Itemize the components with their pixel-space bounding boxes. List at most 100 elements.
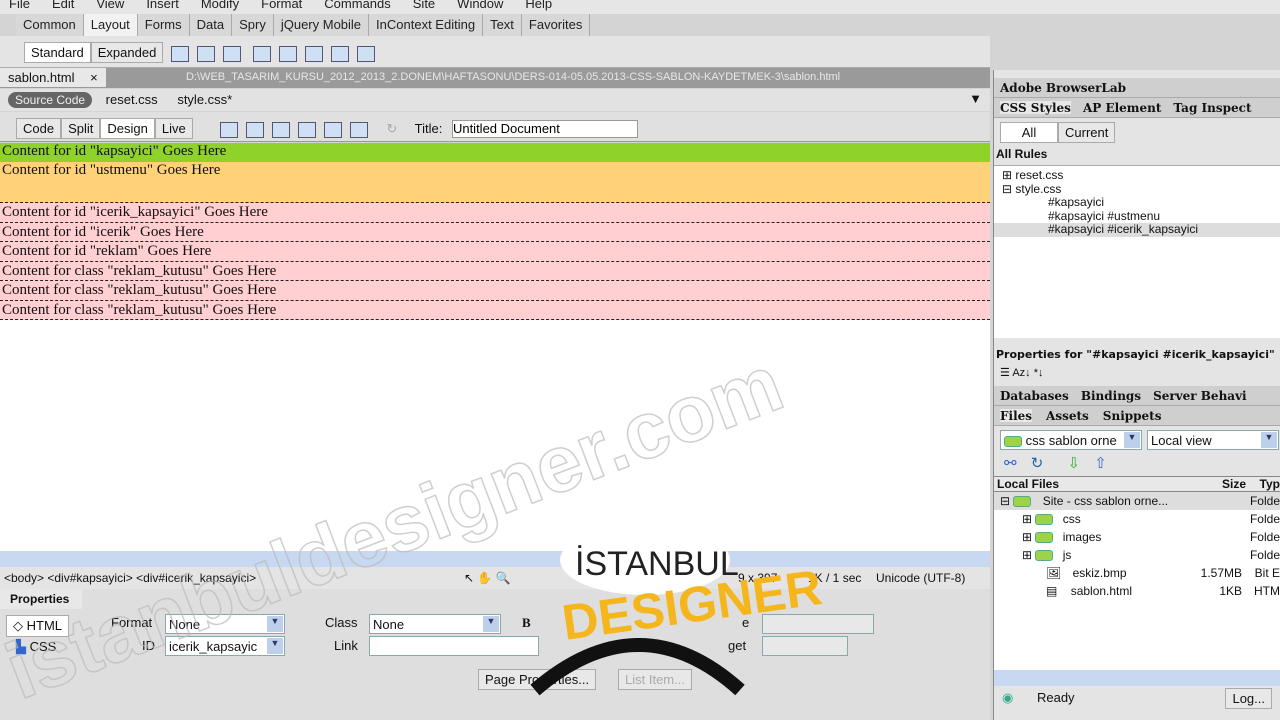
file-row[interactable]: ⊞ images Folde	[994, 528, 1280, 546]
div-row[interactable]: Content for class "reklam_kutusu" Goes H…	[0, 300, 990, 320]
tab-files[interactable]: Files	[1000, 409, 1033, 423]
file-row[interactable]: ⊞ css Folde	[994, 510, 1280, 528]
split-view-button[interactable]: Split	[61, 118, 101, 139]
log-button[interactable]: Log...	[1225, 688, 1272, 709]
rule-item[interactable]: #kapsayici #icerik_kapsayici	[994, 223, 1280, 237]
refresh-icon[interactable]: ↻	[386, 121, 397, 136]
tab-assets[interactable]: Assets	[1046, 409, 1089, 423]
page-properties-button[interactable]: Page Properties...	[478, 669, 597, 690]
rule-reset-css[interactable]: ⊞ reset.css	[994, 169, 1280, 183]
check-browser-icon[interactable]	[324, 121, 343, 138]
hand-tool-icon[interactable]: ✋	[477, 571, 492, 585]
live-view-button[interactable]: Live	[154, 118, 193, 139]
link-input[interactable]	[369, 636, 539, 656]
category-view-icon[interactable]: ☰	[1000, 367, 1010, 379]
view-select[interactable]: Local view ▼	[1147, 430, 1279, 450]
menu-modify[interactable]: Modify	[192, 0, 252, 14]
tab-jquery-mobile[interactable]: jQuery Mobile	[274, 14, 370, 36]
visual-aids-icon[interactable]	[350, 121, 369, 138]
rule-item[interactable]: #kapsayici	[994, 196, 1280, 210]
window-size[interactable]: 9 x 397	[738, 567, 777, 589]
current-button[interactable]: Current	[1058, 122, 1116, 143]
preview-browser-icon[interactable]	[246, 121, 265, 138]
div-row[interactable]: Content for id "icerik_kapsayici" Goes H…	[0, 203, 990, 223]
ap-div-icon[interactable]	[222, 45, 241, 62]
title-field[interactable]	[762, 614, 874, 634]
tab-data[interactable]: Data	[190, 14, 233, 36]
document-tab[interactable]: sablon.html ×	[0, 68, 106, 87]
tab-ap-elements[interactable]: AP Element	[1083, 101, 1161, 115]
menu-edit[interactable]: Edit	[43, 0, 87, 14]
expanded-button[interactable]: Expanded	[90, 42, 164, 63]
id-select[interactable]: icerik_kapsayic ▼	[165, 636, 285, 656]
rule-item[interactable]: #kapsayici #ustmenu	[994, 209, 1280, 224]
filter-icon[interactable]: ▼	[969, 91, 982, 106]
div-row[interactable]: Content for id "icerik" Goes Here	[0, 222, 990, 242]
zoom-tool-icon[interactable]: 🔍	[496, 571, 511, 585]
menu-window[interactable]: Window	[448, 0, 516, 14]
menu-insert[interactable]: Insert	[137, 0, 192, 14]
css-mode-button[interactable]: ▙ CSS	[16, 639, 56, 655]
site-select[interactable]: css sablon orne ▼	[1000, 430, 1142, 450]
tab-css-styles[interactable]: CSS Styles	[1000, 101, 1071, 115]
tab-forms[interactable]: Forms	[138, 14, 190, 36]
multiscreen-icon[interactable]	[220, 121, 239, 138]
file-row[interactable]: ⊞ js Folde	[994, 546, 1280, 564]
tab-bindings[interactable]: Bindings	[1081, 389, 1141, 403]
file-row[interactable]: ▤ sablon.html 1KB HTM	[994, 582, 1280, 600]
target-select[interactable]	[762, 636, 848, 656]
div-ustmenu[interactable]: Content for id "ustmenu" Goes Here	[0, 162, 990, 203]
browserlab-panel[interactable]: Adobe BrowserLab	[994, 78, 1280, 98]
file-management-icon[interactable]	[272, 121, 291, 138]
files-scrollbar[interactable]	[994, 670, 1280, 686]
iframe-icon[interactable]	[356, 45, 375, 62]
tab-snippets[interactable]: Snippets	[1103, 409, 1162, 423]
connect-icon[interactable]: ⚯	[1004, 455, 1017, 472]
bold-button[interactable]: B	[522, 615, 531, 631]
tab-text[interactable]: Text	[483, 14, 522, 36]
design-view-button[interactable]: Design	[100, 118, 155, 139]
tag-selector[interactable]: <body> <div#kapsayici> <div#icerik_kapsa…	[4, 571, 256, 585]
tab-tag-inspector[interactable]: Tag Inspect	[1173, 101, 1251, 115]
html-mode-button[interactable]: ◇ HTML	[6, 615, 69, 637]
tab-server-behaviors[interactable]: Server Behavi	[1153, 389, 1247, 403]
col-local-files[interactable]: Local Files	[994, 477, 1059, 491]
title-input[interactable]	[451, 119, 638, 138]
format-select[interactable]: None ▼	[165, 614, 285, 634]
sort-az-icon[interactable]: Az↓	[1012, 367, 1030, 379]
tab-databases[interactable]: Databases	[1000, 389, 1069, 403]
menu-file[interactable]: File	[0, 0, 43, 14]
file-row[interactable]: 🖼 eskiz.bmp 1.57MB Bit E	[994, 564, 1280, 582]
div-row[interactable]: Content for id "reklam" Goes Here	[0, 242, 990, 262]
refresh-icon[interactable]: ↻	[1031, 455, 1044, 472]
insert-div-icon[interactable]	[196, 45, 215, 62]
get-icon[interactable]: ⇩	[1068, 455, 1081, 472]
pointer-tool-icon[interactable]: ↖	[464, 571, 474, 585]
list-item-button[interactable]: List Item...	[618, 669, 692, 690]
source-code-button[interactable]: Source Code	[8, 92, 93, 108]
menu-commands[interactable]: Commands	[315, 0, 403, 14]
spry-accordion-icon[interactable]	[304, 45, 323, 62]
w3c-validation-icon[interactable]	[298, 121, 317, 138]
menu-format[interactable]: Format	[252, 0, 315, 14]
div-row[interactable]: Content for class "reklam_kutusu" Goes H…	[0, 261, 990, 281]
related-file[interactable]: reset.css	[106, 92, 158, 107]
div-kapsayici[interactable]: Content for id "kapsayici" Goes Here	[0, 143, 990, 162]
col-type[interactable]: Typ	[1260, 477, 1280, 491]
tab-favorites[interactable]: Favorites	[522, 14, 591, 36]
put-icon[interactable]: ⇧	[1094, 455, 1107, 472]
tab-layout[interactable]: Layout	[83, 14, 138, 36]
tab-spry[interactable]: Spry	[232, 14, 274, 36]
col-size[interactable]: Size	[1222, 477, 1246, 491]
class-select[interactable]: None ▼	[369, 614, 501, 634]
menu-site[interactable]: Site	[404, 0, 448, 14]
table-icon[interactable]	[170, 45, 189, 62]
menu-view[interactable]: View	[87, 0, 137, 14]
menu-help[interactable]: Help	[516, 0, 565, 14]
tab-incontext[interactable]: InContext Editing	[369, 14, 484, 36]
design-view[interactable]: Content for id "kapsayici" Goes Here Con…	[0, 143, 990, 551]
horizontal-scrollbar[interactable]	[0, 551, 990, 567]
div-row[interactable]: Content for class "reklam_kutusu" Goes H…	[0, 281, 990, 301]
file-row-site[interactable]: ⊟ Site - css sablon orne... Folde	[994, 492, 1280, 510]
spry-tabbed-icon[interactable]	[278, 45, 297, 62]
